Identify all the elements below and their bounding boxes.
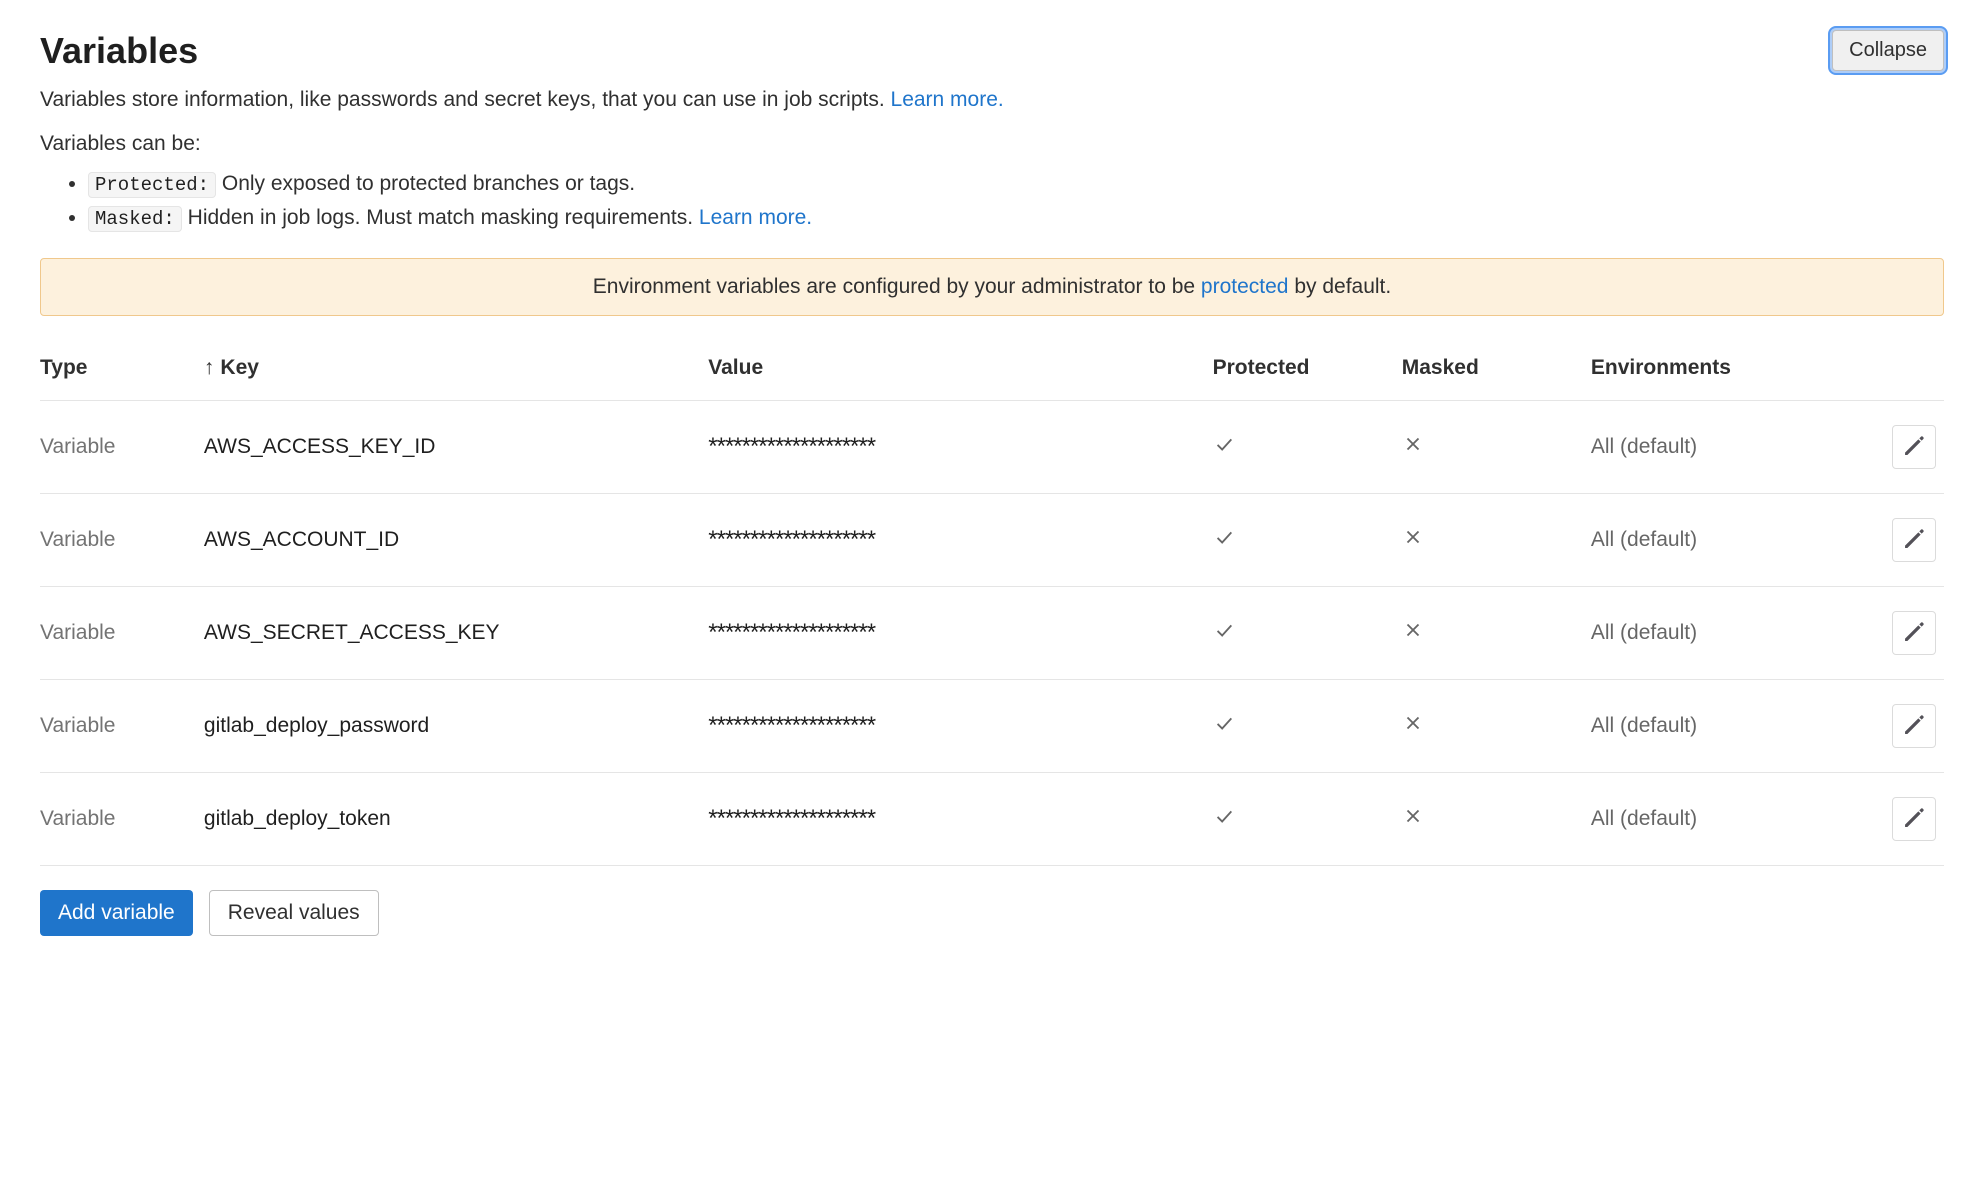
description-prefix: Variables store information, like passwo… bbox=[40, 88, 891, 111]
table-row: Variable gitlab_deploy_token ***********… bbox=[40, 773, 1944, 866]
col-environments[interactable]: Environments bbox=[1591, 340, 1868, 401]
bullet-protected: Protected: Only exposed to protected bra… bbox=[88, 172, 1944, 196]
cell-value: ******************** bbox=[708, 587, 1212, 680]
cell-key: gitlab_deploy_password bbox=[204, 680, 708, 773]
cell-type: Variable bbox=[40, 680, 204, 773]
check-icon bbox=[1213, 623, 1235, 646]
edit-button[interactable] bbox=[1892, 797, 1936, 841]
alert-banner: Environment variables are configured by … bbox=[40, 258, 1944, 316]
edit-button[interactable] bbox=[1892, 425, 1936, 469]
variables-can-be-text: Variables can be: bbox=[40, 132, 1944, 156]
check-icon bbox=[1213, 809, 1235, 832]
check-icon bbox=[1213, 716, 1235, 739]
col-protected[interactable]: Protected bbox=[1213, 340, 1402, 401]
cell-environments: All (default) bbox=[1591, 680, 1868, 773]
x-icon bbox=[1402, 530, 1424, 553]
cell-environments: All (default) bbox=[1591, 401, 1868, 494]
x-icon bbox=[1402, 623, 1424, 646]
table-row: Variable gitlab_deploy_password ********… bbox=[40, 680, 1944, 773]
edit-button[interactable] bbox=[1892, 518, 1936, 562]
cell-masked bbox=[1402, 401, 1591, 494]
cell-protected bbox=[1213, 680, 1402, 773]
cell-key: gitlab_deploy_token bbox=[204, 773, 708, 866]
cell-value: ******************** bbox=[708, 401, 1212, 494]
col-key[interactable]: ↑Key bbox=[204, 340, 708, 401]
cell-type: Variable bbox=[40, 587, 204, 680]
cell-value: ******************** bbox=[708, 680, 1212, 773]
cell-masked bbox=[1402, 680, 1591, 773]
check-icon bbox=[1213, 530, 1235, 553]
bullet-masked: Masked: Hidden in job logs. Must match m… bbox=[88, 206, 1944, 230]
table-row: Variable AWS_ACCESS_KEY_ID *************… bbox=[40, 401, 1944, 494]
reveal-values-button[interactable]: Reveal values bbox=[209, 890, 379, 936]
cell-value: ******************** bbox=[708, 494, 1212, 587]
cell-type: Variable bbox=[40, 773, 204, 866]
table-row: Variable AWS_ACCOUNT_ID ****************… bbox=[40, 494, 1944, 587]
masked-text: Hidden in job logs. Must match masking r… bbox=[182, 206, 699, 229]
masked-code: Masked: bbox=[88, 206, 182, 232]
cell-masked bbox=[1402, 494, 1591, 587]
pencil-icon bbox=[1903, 807, 1925, 832]
cell-key: AWS_ACCESS_KEY_ID bbox=[204, 401, 708, 494]
description-text: Variables store information, like passwo… bbox=[40, 88, 1944, 112]
protected-text: Only exposed to protected branches or ta… bbox=[216, 172, 635, 195]
col-key-label: Key bbox=[220, 356, 259, 379]
masked-learn-more-link[interactable]: Learn more. bbox=[699, 206, 812, 229]
cell-protected bbox=[1213, 587, 1402, 680]
variables-table: Type ↑Key Value Protected Masked Environ… bbox=[40, 340, 1944, 866]
pencil-icon bbox=[1903, 435, 1925, 460]
cell-protected bbox=[1213, 494, 1402, 587]
cell-type: Variable bbox=[40, 401, 204, 494]
add-variable-button[interactable]: Add variable bbox=[40, 890, 193, 936]
cell-value: ******************** bbox=[708, 773, 1212, 866]
pencil-icon bbox=[1903, 714, 1925, 739]
cell-key: AWS_ACCOUNT_ID bbox=[204, 494, 708, 587]
cell-masked bbox=[1402, 587, 1591, 680]
x-icon bbox=[1402, 716, 1424, 739]
collapse-button[interactable]: Collapse bbox=[1832, 30, 1944, 71]
col-type[interactable]: Type bbox=[40, 340, 204, 401]
col-value[interactable]: Value bbox=[708, 340, 1212, 401]
alert-protected-link[interactable]: protected bbox=[1201, 275, 1289, 298]
col-actions bbox=[1868, 340, 1944, 401]
check-icon bbox=[1213, 437, 1235, 460]
cell-environments: All (default) bbox=[1591, 494, 1868, 587]
col-masked[interactable]: Masked bbox=[1402, 340, 1591, 401]
cell-masked bbox=[1402, 773, 1591, 866]
cell-type: Variable bbox=[40, 494, 204, 587]
alert-suffix: by default. bbox=[1288, 275, 1391, 298]
learn-more-link[interactable]: Learn more. bbox=[891, 88, 1004, 111]
pencil-icon bbox=[1903, 621, 1925, 646]
x-icon bbox=[1402, 809, 1424, 832]
cell-key: AWS_SECRET_ACCESS_KEY bbox=[204, 587, 708, 680]
edit-button[interactable] bbox=[1892, 704, 1936, 748]
cell-environments: All (default) bbox=[1591, 773, 1868, 866]
x-icon bbox=[1402, 437, 1424, 460]
edit-button[interactable] bbox=[1892, 611, 1936, 655]
page-title: Variables bbox=[40, 30, 198, 72]
pencil-icon bbox=[1903, 528, 1925, 553]
alert-prefix: Environment variables are configured by … bbox=[593, 275, 1201, 298]
cell-protected bbox=[1213, 773, 1402, 866]
cell-protected bbox=[1213, 401, 1402, 494]
cell-environments: All (default) bbox=[1591, 587, 1868, 680]
table-row: Variable AWS_SECRET_ACCESS_KEY *********… bbox=[40, 587, 1944, 680]
protected-code: Protected: bbox=[88, 172, 216, 198]
sort-up-icon: ↑ bbox=[204, 356, 215, 380]
